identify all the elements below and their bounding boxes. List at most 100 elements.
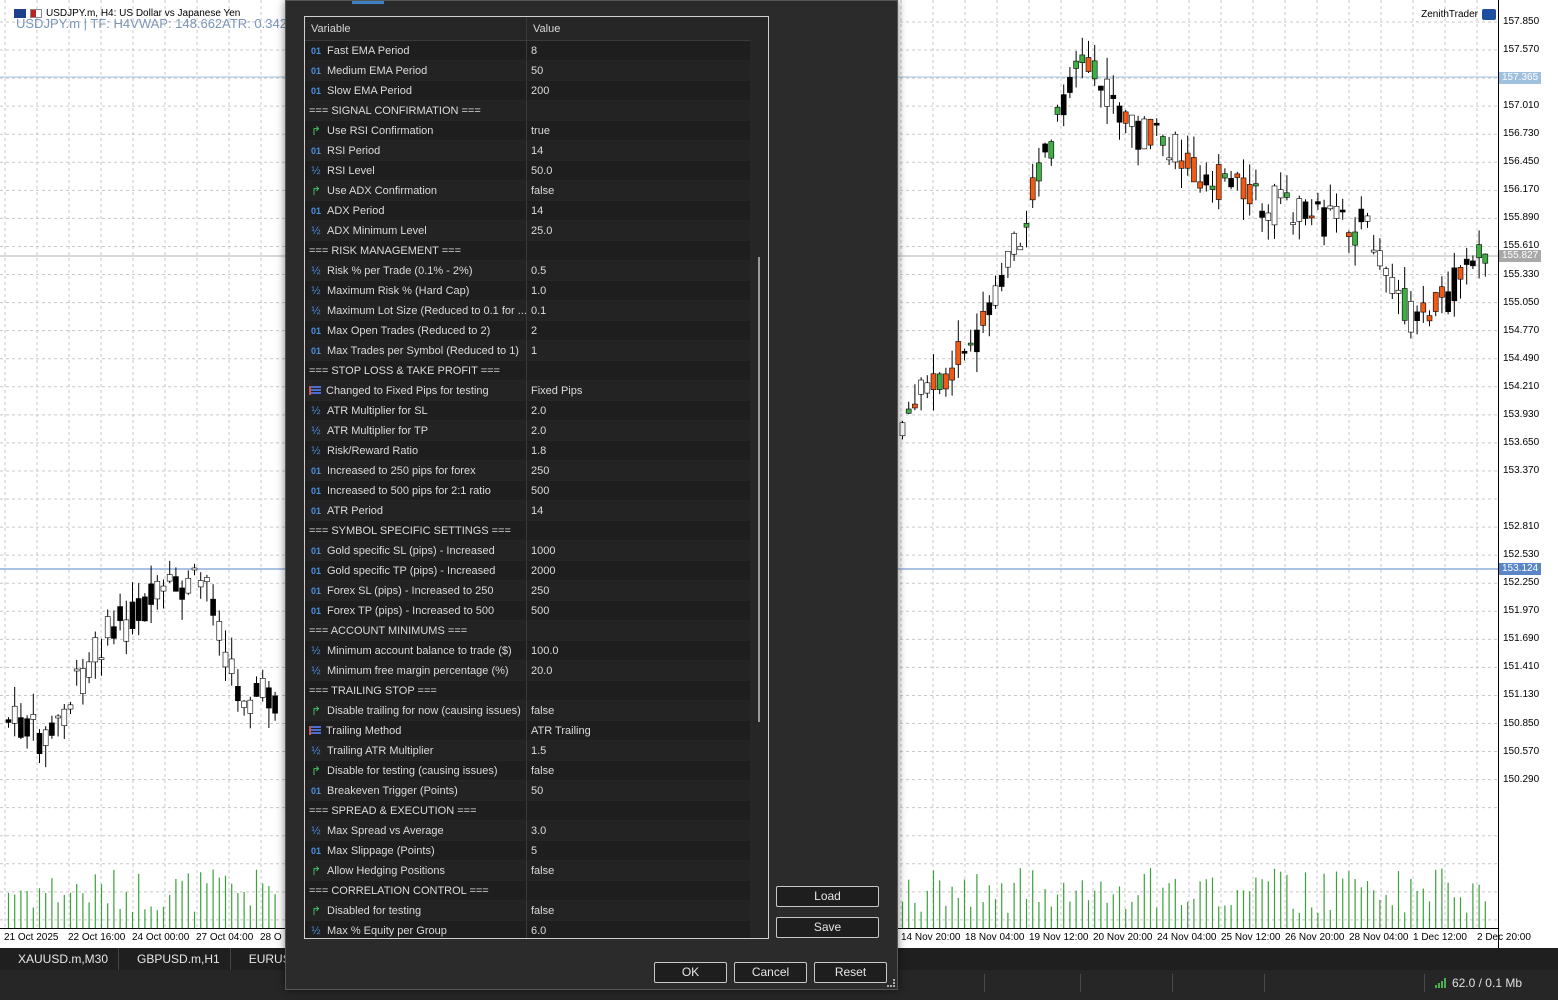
parameter-value[interactable]: 1000 (527, 541, 750, 560)
parameter-row[interactable]: ½ RSI Level 50.0 (305, 161, 750, 181)
parameter-value[interactable]: 250 (527, 461, 750, 480)
parameter-value[interactable]: 0.1 (527, 301, 750, 320)
parameter-value[interactable]: 50 (527, 781, 750, 800)
parameter-value[interactable]: 2.0 (527, 421, 750, 440)
parameter-row[interactable]: ↱ Disable trailing for now (causing issue… (305, 701, 750, 721)
parameter-value[interactable]: 14 (527, 141, 750, 160)
parameter-row[interactable]: ½ ADX Minimum Level 25.0 (305, 221, 750, 241)
parameter-row[interactable]: ½ Trailing ATR Multiplier 1.5 (305, 741, 750, 761)
section-separator-row[interactable]: === SPREAD & EXECUTION === (305, 801, 750, 821)
parameter-row[interactable]: 01 Forex SL (pips) - Increased to 250 250 (305, 581, 750, 601)
parameter-row[interactable]: 01 RSI Period 14 (305, 141, 750, 161)
reset-button[interactable]: Reset (814, 962, 887, 983)
load-button[interactable]: Load (776, 886, 879, 907)
parameter-value[interactable]: 1 (527, 341, 750, 360)
parameter-value[interactable]: 25.0 (527, 221, 750, 240)
section-separator-row[interactable]: === SYMBOL SPECIFIC SETTINGS === (305, 521, 750, 541)
parameter-row[interactable]: 01 ADX Period 14 (305, 201, 750, 221)
parameter-row[interactable]: ½ Minimum free margin percentage (%) 20.0 (305, 661, 750, 681)
section-separator-row[interactable]: === STOP LOSS & TAKE PROFIT === (305, 361, 750, 381)
scrollbar-thumb[interactable] (758, 257, 760, 722)
parameter-row[interactable]: ½ Maximum Lot Size (Reduced to 0.1 for ..… (305, 301, 750, 321)
parameter-value[interactable]: 14 (527, 201, 750, 220)
parameter-value[interactable]: 6.0 (527, 921, 750, 938)
parameter-row[interactable]: 01 Slow EMA Period 200 (305, 81, 750, 101)
parameter-value[interactable]: 2.0 (527, 401, 750, 420)
parameter-row[interactable]: ↱ Disabled for testing false (305, 901, 750, 921)
section-separator-row[interactable]: === CORRELATION CONTROL === (305, 881, 750, 901)
parameter-value[interactable]: Fixed Pips (527, 381, 750, 400)
parameter-value[interactable]: 250 (527, 581, 750, 600)
parameter-row[interactable]: ½ Max % Equity per Group 6.0 (305, 921, 750, 938)
parameter-row[interactable]: 01 Medium EMA Period 50 (305, 61, 750, 81)
section-separator-row[interactable]: === TRAILING STOP === (305, 681, 750, 701)
parameter-row[interactable]: ½ Minimum account balance to trade ($) 100… (305, 641, 750, 661)
parameter-row[interactable]: Trailing Method ATR Trailing (305, 721, 750, 741)
parameter-value[interactable]: true (527, 121, 750, 140)
parameter-row[interactable]: ½ ATR Multiplier for SL 2.0 (305, 401, 750, 421)
parameter-row[interactable]: ↱ Disable for testing (causing issues) fal… (305, 761, 750, 781)
parameter-value[interactable]: false (527, 761, 750, 780)
candle (1432, 292, 1439, 312)
parameter-value[interactable]: 2 (527, 321, 750, 340)
parameter-row[interactable]: ½ Max Spread vs Average 3.0 (305, 821, 750, 841)
candle (1029, 177, 1036, 201)
parameter-value[interactable]: 2000 (527, 561, 750, 580)
parameter-row[interactable]: ½ Risk/Reward Ratio 1.8 (305, 441, 750, 461)
parameter-value[interactable]: 8 (527, 41, 750, 60)
vertical-scrollbar[interactable] (750, 17, 768, 938)
candle (92, 637, 99, 663)
parameter-value[interactable]: 1.0 (527, 281, 750, 300)
parameter-row[interactable]: ½ ATR Multiplier for TP 2.0 (305, 421, 750, 441)
parameter-value[interactable]: 5 (527, 841, 750, 860)
parameter-row[interactable]: ↱ Allow Hedging Positions false (305, 861, 750, 881)
parameter-row[interactable]: 01 Fast EMA Period 8 (305, 41, 750, 61)
symbol-tab[interactable]: XAUUSD.m,M30 (0, 948, 120, 970)
parameter-value[interactable]: 100.0 (527, 641, 750, 660)
resize-grip-icon[interactable] (887, 979, 895, 987)
cancel-button[interactable]: Cancel (734, 962, 807, 983)
ok-button[interactable]: OK (654, 962, 727, 983)
parameter-row[interactable]: 01 Gold specific SL (pips) - Increased 100… (305, 541, 750, 561)
connection-status[interactable]: 62.0 / 0.1 Mb (1434, 976, 1522, 990)
parameter-row[interactable]: ½ Maximum Risk % (Hard Cap) 1.0 (305, 281, 750, 301)
section-separator-row[interactable]: === RISK MANAGEMENT === (305, 241, 750, 261)
candle (253, 683, 260, 697)
parameter-value[interactable]: false (527, 181, 750, 200)
parameter-value[interactable]: false (527, 861, 750, 880)
parameter-value[interactable]: 500 (527, 601, 750, 620)
parameter-row[interactable]: ½ Risk % per Trade (0.1% - 2%) 0.5 (305, 261, 750, 281)
parameter-value[interactable]: 50.0 (527, 161, 750, 180)
column-header-value[interactable]: Value (527, 17, 750, 40)
save-button[interactable]: Save (776, 917, 879, 938)
parameter-row[interactable]: 01 Max Trades per Symbol (Reduced to 1) 1 (305, 341, 750, 361)
parameter-value[interactable]: 20.0 (527, 661, 750, 680)
parameter-row[interactable]: 01 ATR Period 14 (305, 501, 750, 521)
parameter-row[interactable]: 01 Forex TP (pips) - Increased to 500 500 (305, 601, 750, 621)
parameter-value[interactable]: 500 (527, 481, 750, 500)
parameter-value[interactable]: 1.5 (527, 741, 750, 760)
parameter-row[interactable]: 01 Increased to 500 pips for 2:1 ratio 500 (305, 481, 750, 501)
parameter-value[interactable]: 3.0 (527, 821, 750, 840)
parameter-value[interactable]: ATR Trailing (527, 721, 750, 740)
parameter-row[interactable]: 01 Max Open Trades (Reduced to 2) 2 (305, 321, 750, 341)
parameter-row[interactable]: Changed to Fixed Pips for testing Fixed P… (305, 381, 750, 401)
parameter-row[interactable]: 01 Increased to 250 pips for forex 250 (305, 461, 750, 481)
parameter-value[interactable]: false (527, 901, 750, 920)
parameter-value[interactable]: 200 (527, 81, 750, 100)
parameter-row[interactable]: ↱ Use ADX Confirmation false (305, 181, 750, 201)
section-separator-row[interactable]: === SIGNAL CONFIRMATION === (305, 101, 750, 121)
parameter-value[interactable]: 1.8 (527, 441, 750, 460)
column-header-variable[interactable]: Variable (305, 17, 527, 40)
parameter-row[interactable]: 01 Breakeven Trigger (Points) 50 (305, 781, 750, 801)
parameter-value[interactable]: 14 (527, 501, 750, 520)
parameter-value[interactable]: 50 (527, 61, 750, 80)
parameter-value[interactable]: 0.5 (527, 261, 750, 280)
parameter-row[interactable]: 01 Max Slippage (Points) 5 (305, 841, 750, 861)
symbol-tab[interactable]: GBPUSD.m,H1 (119, 948, 231, 970)
price-scale[interactable]: 157.850157.570157.290157.010156.730156.4… (1498, 0, 1558, 948)
parameter-value[interactable]: false (527, 701, 750, 720)
parameter-row[interactable]: 01 Gold specific TP (pips) - Increased 200… (305, 561, 750, 581)
section-separator-row[interactable]: === ACCOUNT MINIMUMS === (305, 621, 750, 641)
parameter-row[interactable]: ↱ Use RSI Confirmation true (305, 121, 750, 141)
